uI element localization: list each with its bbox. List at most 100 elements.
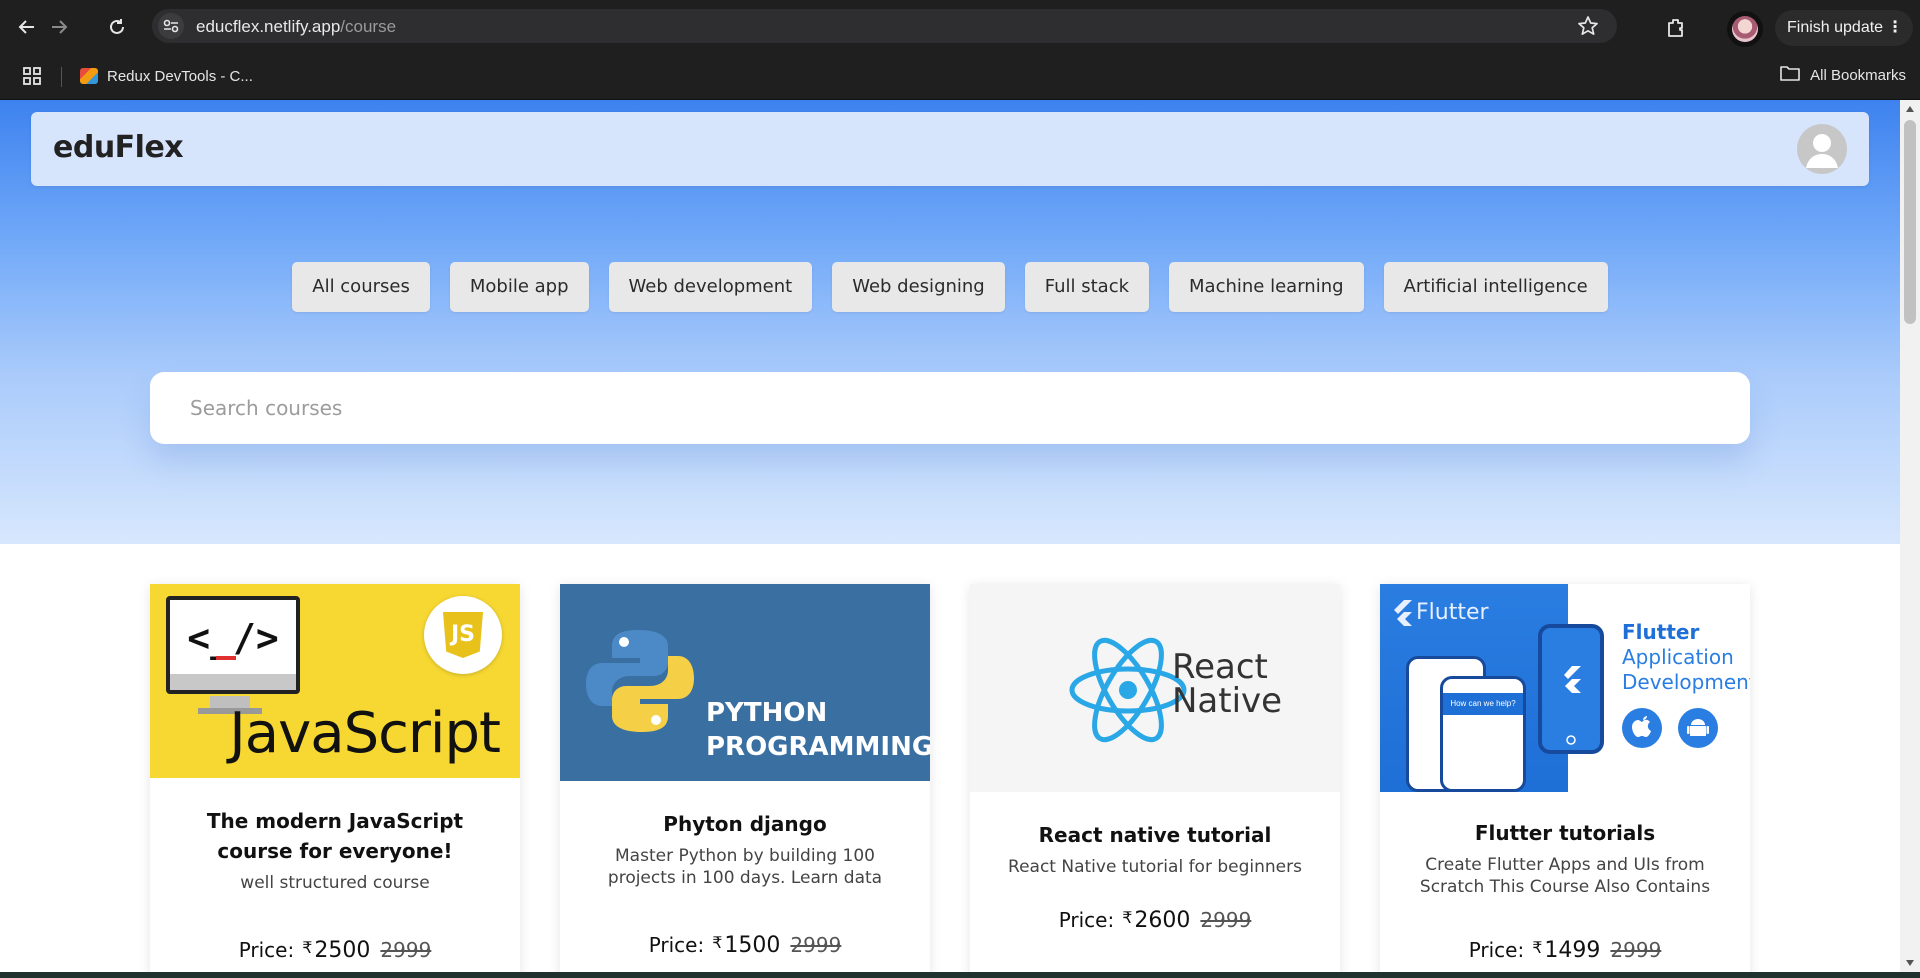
course-description: well structured course — [240, 873, 430, 893]
flutter-heading-line1: Flutter — [1622, 620, 1700, 644]
profile-avatar[interactable] — [1727, 11, 1763, 47]
forward-arrow-icon[interactable] — [44, 12, 74, 42]
search-input[interactable] — [150, 372, 1750, 444]
course-grid: <_/> JS JavaScript The modern JavaScript… — [150, 584, 1750, 972]
course-title[interactable]: The modern JavaScript course for everyon… — [174, 806, 496, 866]
cursor-underline — [216, 656, 236, 660]
finish-update-label: Finish update — [1787, 19, 1884, 36]
card-body: The modern JavaScript course for everyon… — [150, 778, 520, 963]
course-card-javascript[interactable]: <_/> JS JavaScript The modern JavaScript… — [150, 584, 520, 972]
flutter-logo-icon — [1392, 600, 1412, 631]
course-title[interactable]: React native tutorial — [994, 820, 1316, 850]
search-box — [150, 372, 1750, 444]
category-chip-machine-learning[interactable]: Machine learning — [1169, 262, 1364, 312]
price-amount: 1499 — [1544, 938, 1601, 963]
price-label: Price: — [648, 933, 705, 957]
phone-help-banner: How can we help? — [1443, 693, 1523, 715]
hero-section: eduFlex All courses Mobile app Web devel… — [0, 100, 1900, 544]
course-card-python[interactable]: PYTHON PROGRAMMING Phyton django Master … — [560, 584, 930, 972]
address-bar[interactable]: educflex.netlify.app/course — [152, 9, 1617, 43]
url-path: /course — [340, 17, 397, 36]
user-avatar-icon[interactable] — [1797, 124, 1847, 174]
flutter-heading: Flutter Application Development — [1622, 620, 1750, 695]
reload-icon[interactable] — [102, 12, 132, 42]
card-body: Phyton django Master Python by building … — [560, 781, 930, 958]
category-chip-all-courses[interactable]: All courses — [292, 262, 430, 312]
course-title[interactable]: Flutter tutorials — [1404, 818, 1726, 848]
all-bookmarks-button[interactable]: All Bookmarks — [1780, 65, 1906, 85]
price-amount: 2600 — [1134, 908, 1191, 933]
react-native-course-image: React Native — [970, 584, 1340, 792]
react-native-text: React Native — [1172, 650, 1282, 718]
apps-grid-icon[interactable] — [22, 66, 42, 91]
url-text: educflex.netlify.app/course — [196, 17, 396, 37]
python-logo-icon — [586, 628, 694, 739]
flutter-brand-text: Flutter — [1416, 600, 1489, 625]
course-price: Price: ₹1500 2999 — [584, 933, 906, 958]
back-arrow-icon[interactable] — [12, 12, 42, 42]
page-viewport: eduFlex All courses Mobile app Web devel… — [0, 100, 1900, 972]
react-text-line2: Native — [1172, 681, 1283, 721]
extensions-icon[interactable] — [1665, 17, 1687, 44]
old-price: 2999 — [1610, 938, 1662, 962]
js-shield-icon: JS — [424, 596, 502, 674]
rupee-symbol: ₹ — [1532, 938, 1543, 957]
site-header: eduFlex — [31, 112, 1869, 186]
browser-toolbar: educflex.netlify.app/course Finish updat… — [0, 0, 1920, 52]
old-price: 2999 — [380, 938, 432, 962]
phone-mockup-front: How can we help? — [1440, 676, 1526, 792]
more-menu-icon[interactable]: ⋮ — [1887, 10, 1903, 46]
price-label: Price: — [238, 938, 295, 962]
bookmark-label: Redux DevTools - C... — [107, 67, 253, 85]
course-price: Price: ₹2600 2999 — [994, 908, 1316, 933]
course-card-flutter[interactable]: Flutter How can we help? Flutter Applica… — [1380, 584, 1750, 972]
course-card-react-native[interactable]: React Native React native tutorial React… — [970, 584, 1340, 972]
react-atom-icon — [1068, 630, 1188, 755]
category-chip-mobile-app[interactable]: Mobile app — [449, 262, 589, 312]
price-amount: 1500 — [724, 933, 781, 958]
scroll-up-arrow-icon[interactable] — [1906, 106, 1914, 112]
bookmarks-bar: Redux DevTools - C... All Bookmarks — [0, 52, 1920, 100]
bookmark-redux-devtools[interactable]: Redux DevTools - C... — [80, 65, 253, 87]
category-chip-web-development[interactable]: Web development — [608, 262, 813, 312]
bookmarks-separator — [61, 67, 62, 87]
page-scrollbar[interactable] — [1900, 100, 1920, 972]
finish-update-button[interactable]: Finish update ⋮ — [1775, 10, 1914, 46]
site-settings-icon[interactable] — [158, 13, 184, 39]
scroll-down-arrow-icon[interactable] — [1906, 960, 1914, 966]
flutter-heading-line2: Application — [1622, 645, 1734, 669]
window-bottom-edge — [0, 972, 1920, 978]
rupee-symbol: ₹ — [712, 933, 723, 952]
category-chip-web-designing[interactable]: Web designing — [832, 262, 1005, 312]
react-text-line1: React — [1172, 647, 1268, 687]
all-bookmarks-label: All Bookmarks — [1810, 66, 1906, 84]
course-title[interactable]: Phyton django — [584, 809, 906, 839]
course-description: React Native tutorial for beginners — [1008, 857, 1302, 877]
flutter-course-image: Flutter How can we help? Flutter Applica… — [1380, 584, 1750, 792]
price-label: Price: — [1058, 908, 1115, 932]
course-price: Price: ₹1499 2999 — [1404, 938, 1726, 963]
category-chip-full-stack[interactable]: Full stack — [1024, 262, 1150, 312]
python-text-line1: PYTHON — [706, 698, 828, 728]
course-price: Price: ₹2500 2999 — [174, 938, 496, 963]
python-text-line2: PROGRAMMING — [706, 732, 930, 762]
rupee-symbol: ₹ — [302, 938, 313, 957]
monitor-chin — [170, 674, 296, 690]
brand-logo[interactable]: eduFlex — [53, 130, 184, 165]
android-icon — [1678, 708, 1718, 748]
card-body: React native tutorial React Native tutor… — [970, 792, 1340, 933]
phone-mockup-flutter — [1538, 624, 1604, 754]
rupee-symbol: ₹ — [1122, 908, 1133, 927]
old-price: 2999 — [1200, 908, 1252, 932]
profile-photo — [1732, 16, 1758, 42]
bookmark-star-icon[interactable] — [1577, 15, 1599, 42]
apple-icon — [1622, 708, 1662, 748]
javascript-course-image: <_/> JS JavaScript — [150, 584, 520, 778]
url-host: educflex.netlify.app — [196, 17, 341, 36]
code-tag-text: <_/> — [173, 603, 293, 675]
scrollbar-thumb[interactable] — [1904, 120, 1916, 324]
course-description: Master Python by building 100 projects i… — [607, 846, 883, 888]
price-amount: 2500 — [314, 938, 371, 963]
category-chip-artificial-intelligence[interactable]: Artificial intelligence — [1383, 262, 1608, 312]
javascript-word: JavaScript — [229, 701, 501, 766]
